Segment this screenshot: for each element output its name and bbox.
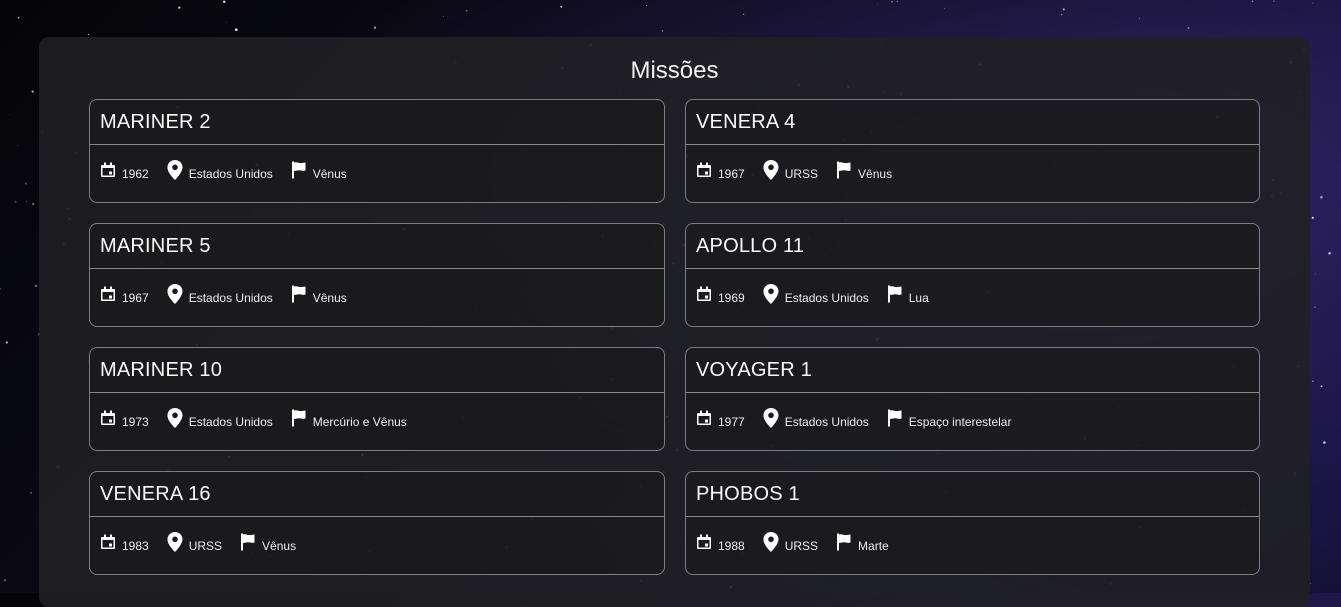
mission-card: PHOBOS 1 1988 URSS Marte xyxy=(685,471,1260,575)
mission-country: Estados Unidos xyxy=(763,284,869,305)
mission-card: MARINER 2 1962 Estados Unidos Vênus xyxy=(89,99,665,203)
mission-name: MARINER 10 xyxy=(90,348,664,393)
mission-target: Mercúrio e Vênus xyxy=(291,408,407,429)
flag-icon xyxy=(836,161,858,179)
mission-target: Espaço interestelar xyxy=(887,408,1012,429)
page-title: Missões xyxy=(630,57,719,84)
mission-name: VENERA 16 xyxy=(90,472,664,517)
mission-country: Estados Unidos xyxy=(763,408,869,429)
mission-details: 1977 Estados Unidos Espaço interestelar xyxy=(686,393,1259,432)
mission-target-label: Marte xyxy=(858,538,889,553)
mission-details: 1983 URSS Vênus xyxy=(90,517,664,556)
mission-country: URSS xyxy=(167,532,222,553)
flag-icon xyxy=(836,533,858,551)
mission-target-label: Vênus xyxy=(858,166,893,181)
mission-target: Marte xyxy=(836,532,889,553)
mission-year: 1983 xyxy=(100,532,149,553)
mission-target-label: Vênus xyxy=(312,290,347,305)
mission-card: VENERA 16 1983 URSS Vênus xyxy=(89,471,665,575)
location-pin-icon xyxy=(763,408,785,428)
mission-card: APOLLO 11 1969 Estados Unidos Lua xyxy=(685,223,1260,327)
mission-target-label: Espaço interestelar xyxy=(908,414,1012,429)
mission-country: URSS xyxy=(763,532,818,553)
calendar-icon xyxy=(696,286,718,302)
mission-year-label: 1973 xyxy=(122,414,149,429)
location-pin-icon xyxy=(763,160,785,180)
mission-country: Estados Unidos xyxy=(167,408,273,429)
mission-country: URSS xyxy=(763,160,818,181)
mission-year: 1969 xyxy=(696,284,745,305)
mission-target-label: Vênus xyxy=(312,166,347,181)
mission-year: 1988 xyxy=(696,532,745,553)
calendar-icon xyxy=(696,162,718,178)
location-pin-icon xyxy=(167,284,189,304)
mission-country-label: Estados Unidos xyxy=(784,414,869,429)
mission-year-label: 1967 xyxy=(122,290,149,305)
mission-details: 1967 URSS Vênus xyxy=(686,145,1259,184)
mission-country-label: Estados Unidos xyxy=(784,290,869,305)
location-pin-icon xyxy=(167,408,189,428)
mission-details: 1973 Estados Unidos Mercúrio e Vênus xyxy=(90,393,664,432)
mission-name: MARINER 5 xyxy=(90,224,664,269)
calendar-icon xyxy=(696,410,718,426)
calendar-icon xyxy=(100,286,122,302)
mission-target: Lua xyxy=(887,284,929,305)
calendar-icon xyxy=(100,162,122,178)
mission-name: PHOBOS 1 xyxy=(686,472,1259,517)
mission-target-label: Vênus xyxy=(262,538,297,553)
mission-card: MARINER 10 1973 Estados Unidos Mercúrio … xyxy=(89,347,665,451)
mission-year-label: 1967 xyxy=(718,166,745,181)
mission-year: 1977 xyxy=(696,408,745,429)
mission-target: Vênus xyxy=(240,532,296,553)
location-pin-icon xyxy=(167,160,189,180)
mission-year: 1967 xyxy=(696,160,745,181)
mission-name: MARINER 2 xyxy=(90,100,664,145)
calendar-icon xyxy=(100,410,122,426)
missions-grid: MARINER 2 1962 Estados Unidos Vênus VENE… xyxy=(89,99,1260,575)
mission-details: 1969 Estados Unidos Lua xyxy=(686,269,1259,308)
mission-target-label: Mercúrio e Vênus xyxy=(312,414,407,429)
mission-card: VOYAGER 1 1977 Estados Unidos Espaço int… xyxy=(685,347,1260,451)
location-pin-icon xyxy=(763,532,785,552)
location-pin-icon xyxy=(763,284,785,304)
mission-target: Vênus xyxy=(291,160,347,181)
mission-card: MARINER 5 1967 Estados Unidos Vênus xyxy=(89,223,665,327)
mission-country: Estados Unidos xyxy=(167,160,273,181)
location-pin-icon xyxy=(167,532,189,552)
mission-country-label: URSS xyxy=(784,538,819,553)
mission-country-label: Estados Unidos xyxy=(188,414,273,429)
mission-year-label: 1988 xyxy=(718,538,745,553)
calendar-icon xyxy=(696,534,718,550)
mission-details: 1962 Estados Unidos Vênus xyxy=(90,145,664,184)
mission-country-label: URSS xyxy=(784,166,819,181)
flag-icon xyxy=(291,285,313,303)
calendar-icon xyxy=(100,534,122,550)
mission-year-label: 1983 xyxy=(122,538,149,553)
mission-target: Vênus xyxy=(291,284,347,305)
mission-year: 1967 xyxy=(100,284,149,305)
flag-icon xyxy=(887,409,909,427)
mission-name: VOYAGER 1 xyxy=(686,348,1259,393)
mission-country-label: Estados Unidos xyxy=(188,290,273,305)
missions-panel: Missões MARINER 2 1962 Estados Unidos Vê… xyxy=(39,37,1310,607)
mission-card: VENERA 4 1967 URSS Vênus xyxy=(685,99,1260,203)
mission-year-label: 1969 xyxy=(718,290,745,305)
flag-icon xyxy=(240,533,262,551)
mission-country-label: URSS xyxy=(188,538,223,553)
mission-details: 1988 URSS Marte xyxy=(686,517,1259,556)
flag-icon xyxy=(291,409,313,427)
mission-name: VENERA 4 xyxy=(686,100,1259,145)
mission-country: Estados Unidos xyxy=(167,284,273,305)
mission-name: APOLLO 11 xyxy=(686,224,1259,269)
mission-year: 1973 xyxy=(100,408,149,429)
flag-icon xyxy=(291,161,313,179)
flag-icon xyxy=(887,285,909,303)
mission-details: 1967 Estados Unidos Vênus xyxy=(90,269,664,308)
mission-year: 1962 xyxy=(100,160,149,181)
mission-year-label: 1977 xyxy=(718,414,745,429)
mission-year-label: 1962 xyxy=(122,166,149,181)
mission-target-label: Lua xyxy=(908,290,929,305)
mission-country-label: Estados Unidos xyxy=(188,166,273,181)
mission-target: Vênus xyxy=(836,160,892,181)
